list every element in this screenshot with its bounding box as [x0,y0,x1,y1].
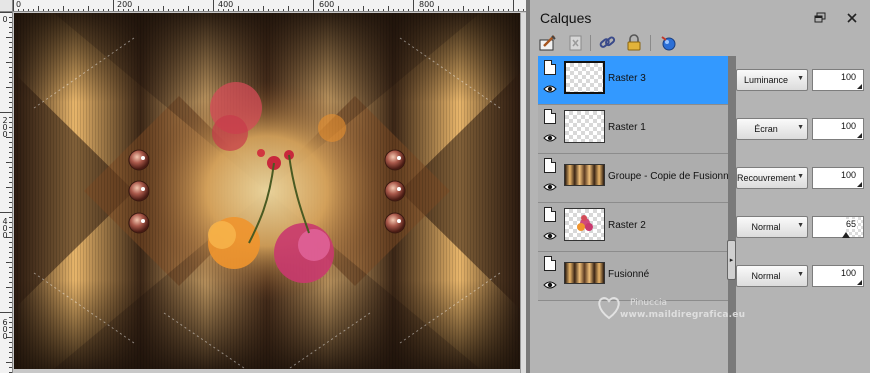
blend-mode-select[interactable]: Recouvrement ▼ [736,167,808,189]
opacity-slider[interactable]: 100 [812,69,864,91]
ruler-label-800: 800 [419,0,435,9]
layers-list: Raster 3 Raster 1 Groupe - Copie de Fusi… [538,56,734,301]
ruler-label-400: 400 [218,0,234,9]
layer-type-icon [544,207,556,222]
blend-mode-value: Écran [754,124,778,134]
mask-icon[interactable] [658,34,678,52]
visibility-eye-icon[interactable] [543,280,557,290]
toolbar-separator-2 [650,35,651,51]
layer-thumbnail [564,164,605,186]
layer-thumbnail [564,208,605,241]
layer-row-raster-2[interactable]: Raster 2 [538,203,728,252]
blend-mode-value: Normal [751,271,781,281]
collapse-handle[interactable]: ▸ [727,240,736,280]
layer-properties-icon[interactable] [538,34,558,52]
ruler-label-600: 600 [319,0,335,9]
opacity-marker[interactable] [842,232,850,238]
opacity-corner-marker [857,84,862,89]
ruler-vlabel-200: 2 0 0 [2,116,8,139]
visibility-eye-icon[interactable] [543,84,557,94]
layer-properties-column: Luminance ▼ 100 Écran ▼ 100 Recouvrement… [736,56,870,373]
ruler-label-200: 200 [117,0,133,9]
layer-name: Raster 1 [608,122,646,133]
ruler-vlabel-600: 6 0 0 [2,318,8,341]
ruler-vertical: 0 2 0 0 4 0 0 6 0 0 [0,12,13,373]
visibility-eye-icon[interactable] [543,182,557,192]
delete-layer-icon[interactable] [566,34,586,52]
layer-row-fusionne[interactable]: Fusionné [538,252,728,301]
opacity-slider[interactable]: 100 [812,167,864,189]
layer-row-groupe-copie-fusionne[interactable]: Groupe - Copie de Fusionné [538,154,734,203]
panel-header: Calques [530,0,870,30]
chevron-down-icon: ▼ [797,75,804,82]
layer-thumbnail [564,61,605,94]
close-icon[interactable] [846,12,858,24]
artwork-graphic [14,13,520,369]
opacity-slider[interactable]: 65 [812,216,864,238]
layer-type-icon [544,158,556,173]
layer-thumbnail [564,262,605,284]
list-properties-divider [728,56,736,373]
canvas-image[interactable] [14,13,520,369]
layer-name: Raster 3 [608,73,646,84]
blend-mode-select[interactable]: Luminance ▼ [736,69,808,91]
layer-name: Groupe - Copie de Fusionné [608,171,735,182]
opacity-slider[interactable]: 100 [812,118,864,140]
visibility-eye-icon[interactable] [543,133,557,143]
blend-mode-value: Recouvrement [737,173,796,183]
ruler-vlabel-0: 0 [2,15,8,24]
blend-mode-select[interactable]: Écran ▼ [736,118,808,140]
ruler-corner [0,0,13,12]
blend-mode-select[interactable]: Normal ▼ [736,216,808,238]
chevron-down-icon: ▼ [797,124,804,131]
chevron-down-icon: ▼ [797,173,804,180]
blend-mode-value: Normal [751,222,781,232]
chevron-down-icon: ▼ [797,222,804,229]
panel-title: Calques [540,10,592,26]
layer-row-raster-1[interactable]: Raster 1 [538,105,728,154]
float-window-icon[interactable] [814,12,826,24]
layer-thumbnail [564,110,605,143]
layer-type-icon [544,60,556,75]
opacity-slider[interactable]: 100 [812,265,864,287]
ruler-horizontal: 0 200 400 600 800 [13,0,526,12]
layer-row-raster-3[interactable]: Raster 3 [538,56,728,105]
visibility-eye-icon[interactable] [543,231,557,241]
opacity-value: 100 [839,268,857,278]
layers-toolbar [530,30,870,56]
blend-mode-value: Luminance [743,75,789,85]
lock-icon[interactable] [624,34,644,52]
opacity-corner-marker [857,280,862,285]
blend-mode-select[interactable]: Normal ▼ [736,265,808,287]
opacity-value: 65 [844,219,857,229]
opacity-value: 100 [839,170,857,180]
layer-type-icon [544,256,556,271]
opacity-corner-marker [857,133,862,138]
ruler-horizontal-ticks [13,0,524,11]
canvas-area: 0 200 400 600 800 0 2 0 0 4 0 0 6 0 0 [0,0,526,373]
layer-name: Raster 2 [608,220,646,231]
opacity-value: 100 [839,72,857,82]
app-window: 0 200 400 600 800 0 2 0 0 4 0 0 6 0 0 Ca… [0,0,870,373]
opacity-corner-marker [857,182,862,187]
ruler-label-0: 0 [16,0,22,9]
link-icon[interactable] [598,34,618,52]
layer-name: Fusionné [608,269,650,280]
ruler-vlabel-400: 4 0 0 [2,217,8,240]
layers-panel: Calques Raster 3 Raster 1 Groupe - Copie… [530,0,870,373]
toolbar-separator [590,35,591,51]
opacity-value: 100 [839,121,857,131]
layer-type-icon [544,109,556,124]
chevron-down-icon: ▼ [797,271,804,278]
